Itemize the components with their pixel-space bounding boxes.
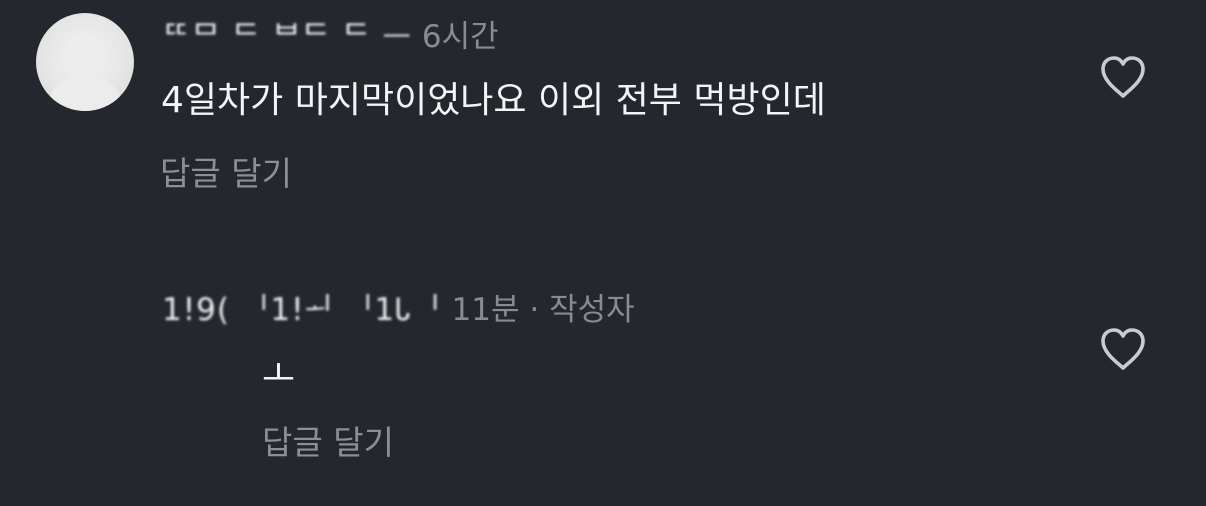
user-avatar[interactable] <box>36 13 134 111</box>
like-button[interactable] <box>1098 326 1148 372</box>
reply-button[interactable]: 답글 달기 <box>160 153 292 195</box>
reply-button[interactable]: 답글 달기 <box>262 422 394 464</box>
comment-time: 6시간 <box>421 19 499 55</box>
heart-outline-icon <box>1101 56 1145 98</box>
comment-meta: ᄄᄆ ᄃ ᄇᄃ ᄃ ᅳ 6시간 <box>162 17 499 57</box>
like-button[interactable] <box>1098 54 1148 100</box>
comment-username[interactable]: ᄄᄆ ᄃ ᄇᄃ ᄃ ᅳ <box>162 19 412 55</box>
avatar-shoulders-shape <box>50 75 120 111</box>
author-badge: 작성자 <box>549 292 635 328</box>
reply-time: 11분 <box>451 292 520 328</box>
comment-text: 4일차가 마지막이었나요 이외 전부 먹방인데 <box>161 80 826 121</box>
meta-separator: · <box>529 292 540 328</box>
heart-outline-icon <box>1101 328 1145 370</box>
comment-thread: ᄄᄆ ᄃ ᄇᄃ ᄃ ᅳ 6시간 4일차가 마지막이었나요 이외 전부 먹방인데 … <box>0 0 1206 506</box>
reply-text: ㅗ <box>262 354 296 395</box>
reply-username[interactable]: 1!9( ᅵ1!ᅬ ᅵ1Ꮣᅵ <box>162 292 442 328</box>
reply-meta: 1!9( ᅵ1!ᅬ ᅵ1Ꮣᅵ 11분 · 작성자 <box>162 290 635 330</box>
avatar-head-shape <box>66 33 104 71</box>
